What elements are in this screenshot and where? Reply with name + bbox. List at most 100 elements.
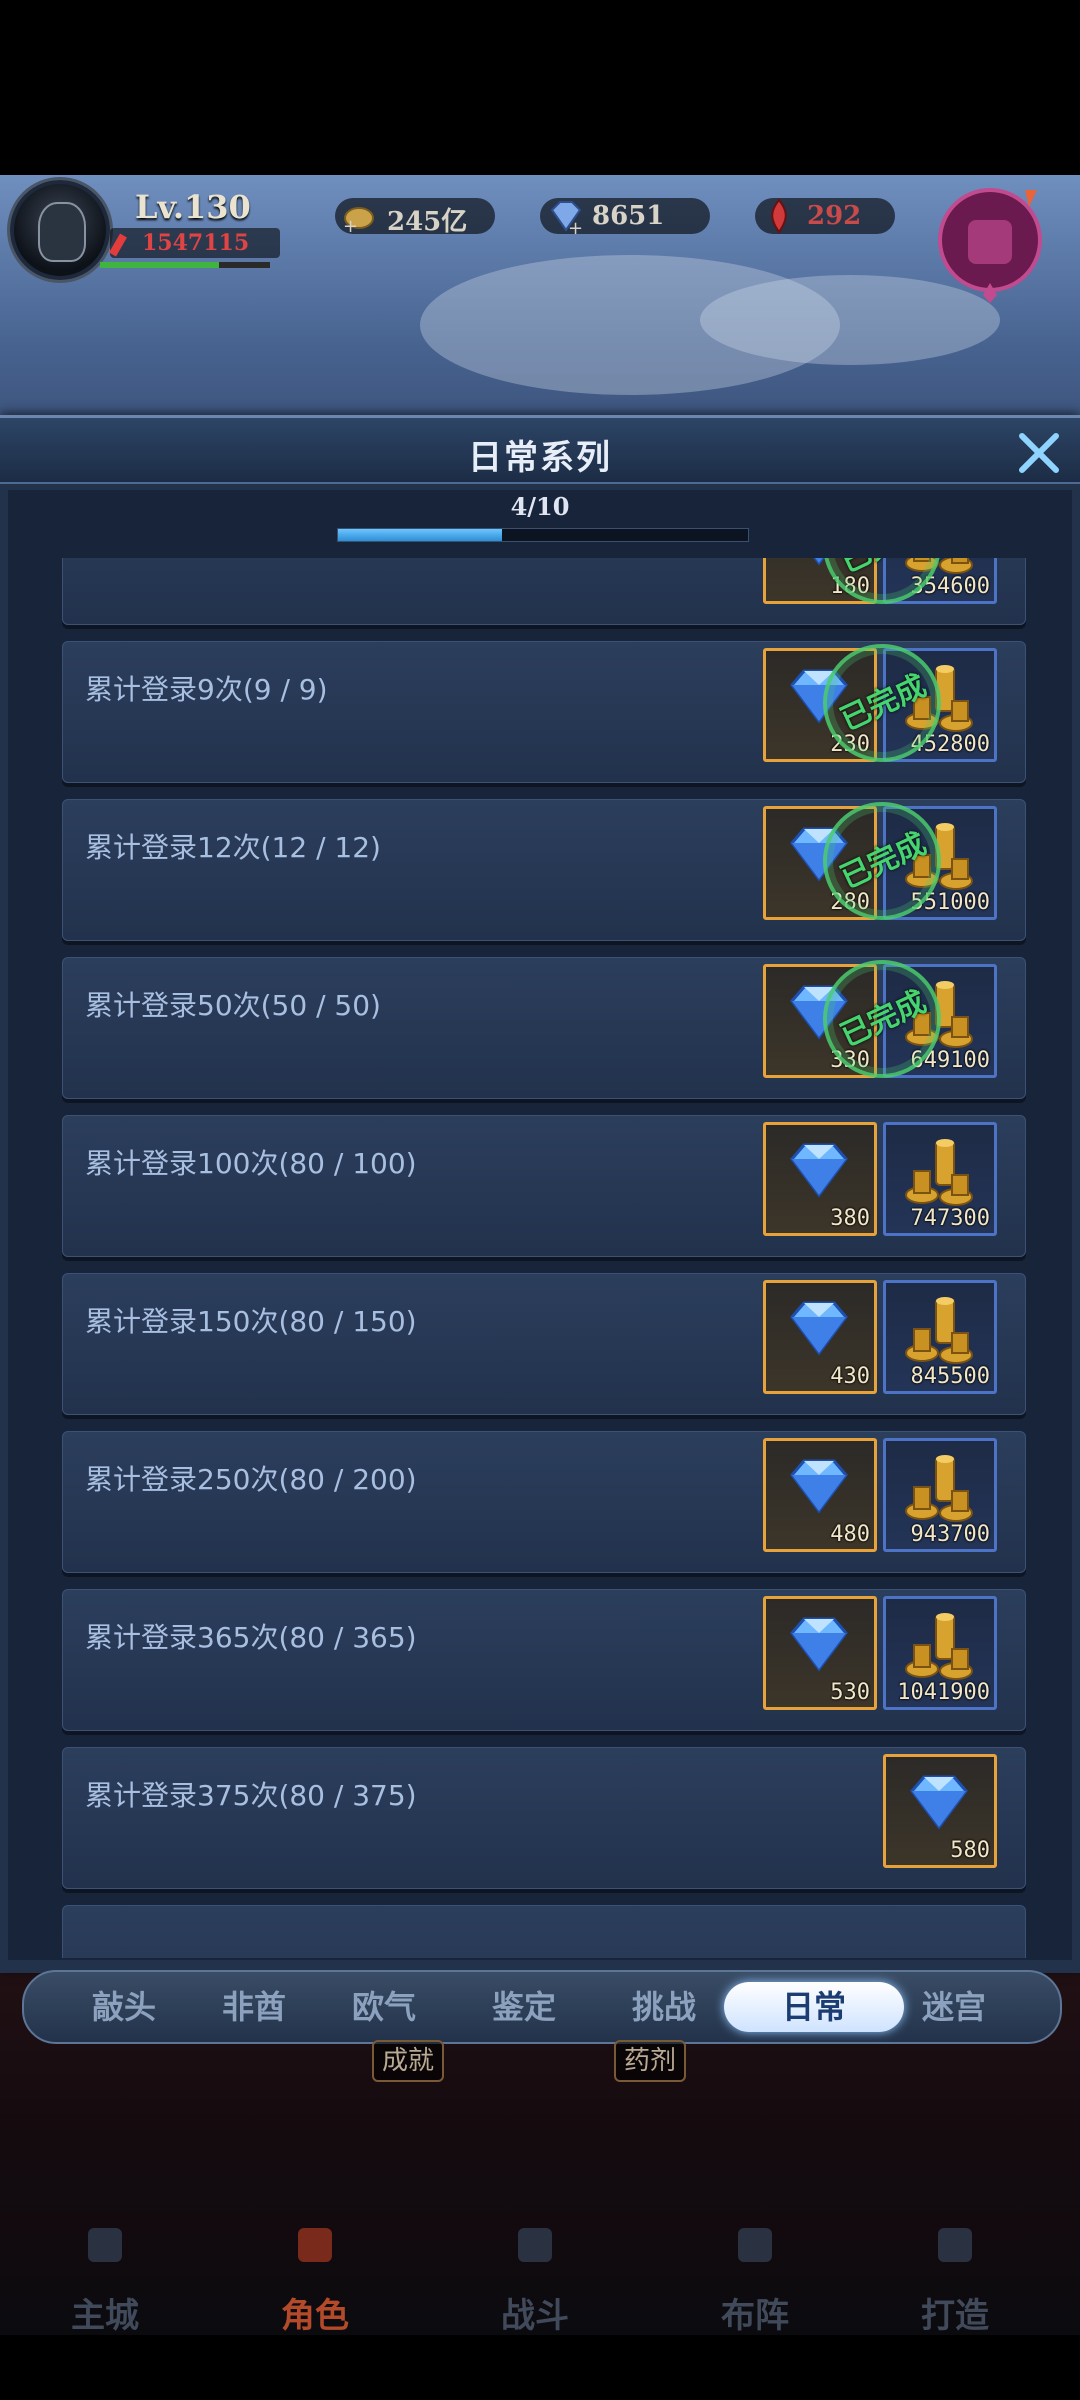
resource-red-gem[interactable]: 292 — [755, 198, 895, 234]
completed-stamp-text: 已完成 — [835, 668, 932, 739]
panel-title: 日常系列 — [468, 438, 612, 478]
tab-2[interactable]: 非酋 — [194, 1982, 314, 2032]
reward-amount: 380 — [830, 1206, 870, 1231]
reward-amount: 1041900 — [897, 1680, 990, 1705]
gold-coins-icon — [905, 1297, 973, 1364]
tab-1[interactable]: 敲头 — [64, 1982, 184, 2032]
reward-amount: 580 — [950, 1838, 990, 1863]
reward-gold[interactable]: 845500 — [883, 1280, 997, 1394]
completed-stamp: 已完成 — [823, 644, 941, 762]
task-row[interactable]: 累计登录365次(80 / 365) 530 1041900 — [62, 1589, 1026, 1731]
reward-diamond[interactable]: 480 — [763, 1438, 877, 1552]
daily-series-panel: 日常系列 4/10 180354600已完成累计登录9次(9 / 9)23045… — [0, 415, 1080, 1973]
completed-stamp-text: 已完成 — [823, 558, 941, 585]
tab-4[interactable]: 鉴定 — [464, 1982, 584, 2032]
diamond-icon — [790, 1459, 848, 1514]
red-gem-value: 292 — [807, 201, 862, 231]
close-button[interactable] — [1014, 428, 1064, 478]
resource-gold[interactable]: + 245亿 — [335, 198, 495, 237]
completed-stamp: 已完成 — [823, 802, 941, 920]
power-icon — [109, 233, 127, 257]
progress-bar-fill — [338, 529, 502, 541]
player-avatar[interactable] — [10, 180, 110, 280]
gold-coins-icon — [905, 1139, 973, 1206]
diamond-icon — [790, 1143, 848, 1198]
tab-7[interactable]: 迷宫 — [894, 1982, 1014, 2032]
nav-label: 打造 — [921, 2296, 989, 2336]
task-row[interactable]: 累计登录375次(80 / 375) 580 — [62, 1747, 1026, 1889]
task-row[interactable]: 累计登录12次(12 / 12) 280 551000 已完成 — [62, 799, 1026, 941]
task-row[interactable]: 累计登录150次(80 / 150) 430 845500 — [62, 1273, 1026, 1415]
tab-5[interactable]: 挑战 — [604, 1982, 724, 2032]
task-row[interactable]: 180354600已完成 — [62, 558, 1026, 625]
player-level: Lv.130 — [135, 188, 251, 226]
hp-bar — [100, 262, 270, 268]
reward-amount: 845500 — [910, 1364, 990, 1389]
nav-item-2[interactable]: 角色 — [240, 2220, 390, 2336]
close-icon — [1019, 433, 1059, 473]
task-row[interactable]: 累计登录50次(50 / 50) 330 649100 已完成 — [62, 957, 1026, 1099]
diamond-icon: + — [550, 201, 583, 236]
nav-label: 战斗 — [501, 2296, 569, 2336]
diamond-icon — [790, 1301, 848, 1356]
reward-diamond[interactable]: 380 — [763, 1122, 877, 1236]
nav-item-1[interactable]: 主城 — [30, 2220, 180, 2336]
nav-label: 主城 — [71, 2296, 139, 2336]
helmet-icon — [290, 2220, 340, 2270]
task-label: 累计登录50次(50 / 50) — [85, 989, 381, 1022]
task-row[interactable] — [62, 1905, 1026, 1958]
category-tabs: 敲头 非酋 欧气 鉴定 挑战 日常 迷宫 — [22, 1970, 1062, 2044]
gold-coins-icon — [905, 1613, 973, 1680]
nav-label: 角色 — [281, 2296, 349, 2336]
reward-gold[interactable]: 747300 — [883, 1122, 997, 1236]
gold-coins-icon — [905, 1455, 973, 1522]
reward-diamond[interactable]: 530 — [763, 1596, 877, 1710]
completed-stamp: 已完成 — [823, 960, 941, 1078]
inventory-bag-button[interactable] — [935, 185, 1045, 305]
castle-icon — [80, 2220, 130, 2270]
completed-stamp-text: 已完成 — [835, 984, 932, 1055]
crossed-swords-icon — [510, 2220, 560, 2270]
subtab-potion[interactable]: 药剂 — [614, 2040, 687, 2082]
anvil-icon — [930, 2220, 980, 2270]
reward-amount: 943700 — [910, 1522, 990, 1547]
svg-text:+: + — [568, 218, 583, 236]
gold-value: 245亿 — [387, 207, 468, 237]
tab-3[interactable]: 欧气 — [324, 1982, 444, 2032]
nav-item-5[interactable]: 打造 — [880, 2220, 1030, 2336]
diamond-icon — [790, 1617, 848, 1672]
red-gem-icon — [771, 198, 787, 234]
diamond-icon — [910, 1775, 968, 1830]
helmet-portrait-icon — [38, 202, 86, 262]
task-row[interactable]: 累计登录100次(80 / 100) 380 747300 — [62, 1115, 1026, 1257]
gold-coin-icon: + — [343, 207, 374, 236]
task-row[interactable]: 累计登录250次(80 / 200) 480 943700 — [62, 1431, 1026, 1573]
task-row[interactable]: 累计登录9次(9 / 9) 230 452800 已完成 — [62, 641, 1026, 783]
resource-diamond[interactable]: + 8651 — [540, 198, 710, 236]
task-label: 累计登录9次(9 / 9) — [85, 673, 328, 706]
bag-icon — [938, 188, 1042, 303]
nav-label: 布阵 — [721, 2296, 789, 2336]
task-label: 累计登录100次(80 / 100) — [85, 1147, 417, 1180]
reward-amount: 530 — [830, 1680, 870, 1705]
reward-diamond[interactable]: 430 — [763, 1280, 877, 1394]
diamond-value: 8651 — [592, 201, 665, 231]
reward-amount: 480 — [830, 1522, 870, 1547]
reward-gold[interactable]: 943700 — [883, 1438, 997, 1552]
nav-item-4[interactable]: 布阵 — [680, 2220, 830, 2336]
nav-item-3[interactable]: 战斗 — [460, 2220, 610, 2336]
task-label: 累计登录150次(80 / 150) — [85, 1305, 417, 1338]
task-label: 累计登录375次(80 / 375) — [85, 1779, 417, 1812]
task-label: 累计登录12次(12 / 12) — [85, 831, 381, 864]
progress-label: 4/10 — [510, 492, 570, 521]
hp-bar-fill — [100, 262, 219, 268]
task-label: 累计登录365次(80 / 365) — [85, 1621, 417, 1654]
combat-power: 1547115 — [109, 228, 280, 258]
task-list[interactable]: 180354600已完成累计登录9次(9 / 9)230452800已完成累计登… — [8, 558, 1072, 1958]
reward-diamond[interactable]: 580 — [883, 1754, 997, 1868]
task-label: 累计登录250次(80 / 200) — [85, 1463, 417, 1496]
reward-gold[interactable]: 1041900 — [883, 1596, 997, 1710]
tab-6[interactable]: 日常 — [724, 1982, 904, 2032]
reward-amount: 430 — [830, 1364, 870, 1389]
subtab-achievement[interactable]: 成就 — [372, 2040, 445, 2082]
